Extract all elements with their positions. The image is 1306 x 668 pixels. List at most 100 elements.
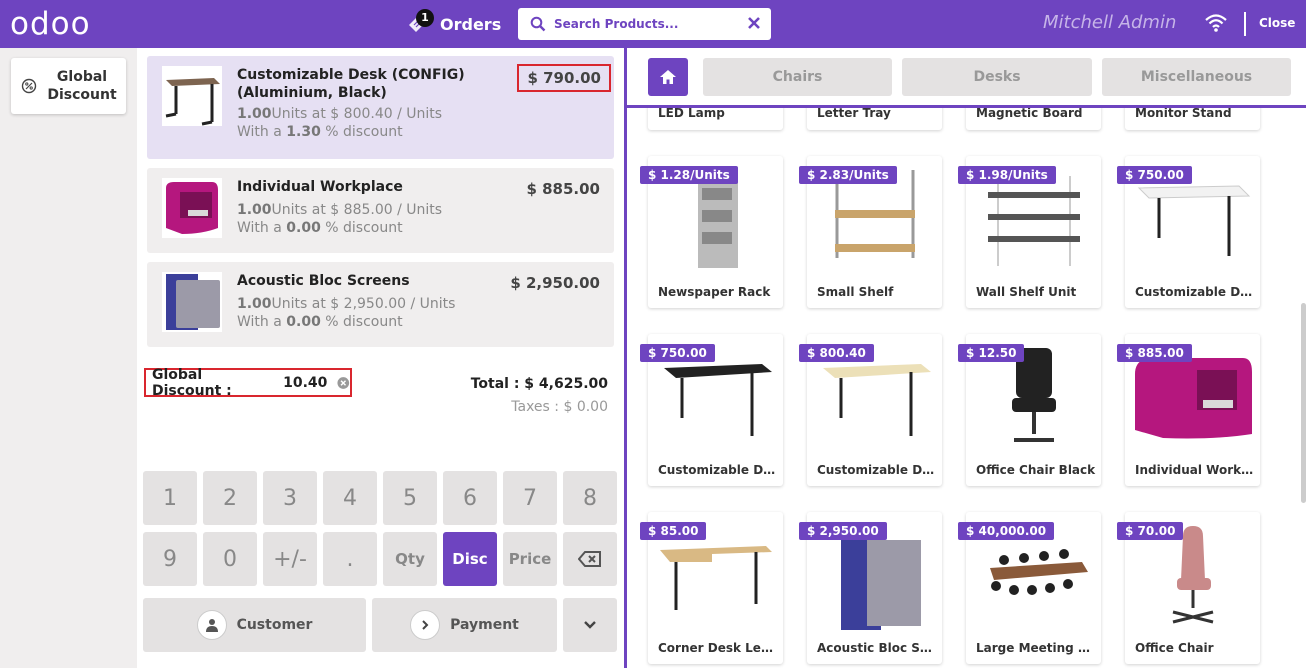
products-screen: Chairs Desks Miscellaneous LED Lamp Lett…: [627, 48, 1306, 668]
numpad: 1 2 3 4 5 6 7 8 9 0 +/- . Qty Disc Price…: [137, 471, 624, 668]
more-options-button[interactable]: [563, 598, 617, 652]
order-line-discount: With a 0.00 % discount: [237, 314, 403, 330]
order-taxes: Taxes : $ 0.00: [511, 399, 608, 415]
product-card[interactable]: $ 2.83/Units Small Shelf: [799, 156, 942, 308]
category-bar: Chairs Desks Miscellaneous: [627, 48, 1306, 108]
clear-search-icon[interactable]: [747, 16, 761, 30]
user-icon: [196, 610, 227, 640]
order-line[interactable]: Customizable Desk (CONFIG) (Aluminium, B…: [147, 56, 614, 159]
product-name: Newspaper Rack: [658, 285, 771, 299]
product-thumbnail: [162, 178, 222, 238]
order-line-price: $ 790.00: [517, 64, 611, 92]
wifi-icon: [1205, 14, 1227, 32]
disc-mode-button[interactable]: Disc: [443, 532, 497, 586]
product-name: Letter Tray: [817, 106, 891, 120]
global-discount-line[interactable]: Global Discount : 10.40: [144, 367, 352, 399]
global-discount-value: 10.40: [283, 374, 328, 391]
numpad-key-2[interactable]: 2: [203, 471, 257, 525]
product-card[interactable]: $ 40,000.00 Large Meeting Table: [958, 512, 1101, 664]
numpad-key-6[interactable]: 6: [443, 471, 497, 525]
order-line-discount: With a 0.00 % discount: [237, 220, 403, 236]
product-card[interactable]: $ 885.00 Individual Workplace: [1117, 334, 1260, 486]
order-line-qty: 1.00Units at $ 800.40 / Units: [237, 106, 443, 122]
product-name: Monitor Stand: [1135, 106, 1232, 120]
order-panel: Customizable Desk (CONFIG) (Aluminium, B…: [137, 48, 624, 668]
product-card[interactable]: $ 1.98/Units Wall Shelf Unit: [958, 156, 1101, 308]
global-discount-button[interactable]: Global Discount: [11, 58, 126, 114]
numpad-key-8[interactable]: 8: [563, 471, 617, 525]
product-name: Office Chair Black: [976, 463, 1096, 477]
product-name: Office Chair: [1135, 641, 1214, 655]
orders-ticket-icon: 1: [406, 9, 434, 37]
product-card[interactable]: $ 70.00 Office Chair: [1117, 512, 1260, 664]
order-line-qty: 1.00Units at $ 885.00 / Units: [237, 202, 443, 218]
numpad-key-plus-minus[interactable]: +/-: [263, 532, 317, 586]
product-thumbnail: [162, 272, 222, 332]
order-total: Total : $ 4,625.00: [470, 376, 608, 392]
product-name: Customizable Desk (Custom, White): [658, 463, 778, 477]
control-buttons-column: Global Discount: [0, 48, 137, 668]
order-line-qty: 1.00Units at $ 2,950.00 / Units: [237, 296, 456, 312]
product-price-tag: $ 800.40: [799, 344, 874, 362]
product-price-tag: $ 85.00: [640, 522, 707, 540]
global-discount-label: Global Discount: [47, 69, 117, 103]
product-name: Large Meeting Table: [976, 641, 1096, 655]
category-chairs[interactable]: Chairs: [703, 58, 892, 96]
product-name: Individual Workplace: [1135, 463, 1255, 477]
orders-button[interactable]: 1 Orders: [406, 9, 501, 38]
discount-icon: [21, 78, 37, 94]
product-name: Customizable Desk (CONFIG): [1135, 285, 1255, 299]
order-line[interactable]: Acoustic Bloc Screens $ 2,950.00 1.00Uni…: [147, 262, 614, 347]
numpad-key-4[interactable]: 4: [323, 471, 377, 525]
order-line-name: Customizable Desk (CONFIG) (Aluminium, B…: [237, 67, 465, 101]
numpad-key-decimal[interactable]: .: [323, 532, 377, 586]
home-category-button[interactable]: [648, 58, 688, 96]
search-icon: [530, 16, 546, 32]
numpad-key-1[interactable]: 1: [143, 471, 197, 525]
header-separator: [1244, 12, 1246, 36]
product-card[interactable]: $ 12.50 Office Chair Black: [958, 334, 1101, 486]
orders-count-badge: 1: [416, 9, 434, 27]
order-line-price: $ 885.00: [526, 180, 600, 198]
product-name: Acoustic Bloc Screens: [817, 641, 937, 655]
home-icon: [660, 70, 676, 84]
product-card[interactable]: $ 750.00 Customizable Desk (Custom, Whit…: [640, 334, 783, 486]
product-price-tag: $ 1.98/Units: [958, 166, 1056, 184]
numpad-key-3[interactable]: 3: [263, 471, 317, 525]
product-price-tag: $ 2,950.00: [799, 522, 887, 540]
product-name: Magnetic Board: [976, 106, 1083, 120]
products-scrollbar[interactable]: [1301, 303, 1306, 503]
product-name: Customizable Desk (Custom, Black): [817, 463, 937, 477]
user-name: Mitchell Admin: [1043, 12, 1177, 33]
product-name: Small Shelf: [817, 285, 894, 299]
payment-button[interactable]: Payment: [372, 598, 557, 652]
numpad-key-9[interactable]: 9: [143, 532, 197, 586]
search-input[interactable]: [554, 17, 734, 31]
order-line[interactable]: Individual Workplace $ 885.00 1.00Units …: [147, 168, 614, 253]
product-card[interactable]: $ 85.00 Corner Desk Left Sit: [640, 512, 783, 664]
product-price-tag: $ 40,000.00: [958, 522, 1055, 540]
numpad-key-5[interactable]: 5: [383, 471, 437, 525]
remove-discount-icon[interactable]: [337, 376, 350, 390]
order-line-price: $ 2,950.00: [510, 274, 600, 292]
product-card[interactable]: $ 750.00 Customizable Desk (CONFIG): [1117, 156, 1260, 308]
product-name: Wall Shelf Unit: [976, 285, 1077, 299]
close-button[interactable]: Close: [1259, 16, 1295, 30]
product-card[interactable]: $ 2,950.00 Acoustic Bloc Screens: [799, 512, 942, 664]
product-thumbnail: [162, 66, 222, 126]
numpad-key-0[interactable]: 0: [203, 532, 257, 586]
product-price-tag: $ 750.00: [640, 344, 715, 362]
product-price-tag: $ 885.00: [1117, 344, 1192, 362]
numpad-key-7[interactable]: 7: [503, 471, 557, 525]
chevron-down-icon: [584, 621, 596, 629]
category-desks[interactable]: Desks: [902, 58, 1092, 96]
product-card[interactable]: $ 1.28/Units Newspaper Rack: [640, 156, 783, 308]
price-mode-button[interactable]: Price: [503, 532, 557, 586]
product-card[interactable]: $ 800.40 Customizable Desk (Custom, Blac…: [799, 334, 942, 486]
qty-mode-button[interactable]: Qty: [383, 532, 437, 586]
product-price-tag: $ 1.28/Units: [640, 166, 738, 184]
category-miscellaneous[interactable]: Miscellaneous: [1102, 58, 1291, 96]
customer-button[interactable]: Customer: [143, 598, 366, 652]
payment-label: Payment: [450, 617, 519, 633]
backspace-button[interactable]: [563, 532, 617, 586]
